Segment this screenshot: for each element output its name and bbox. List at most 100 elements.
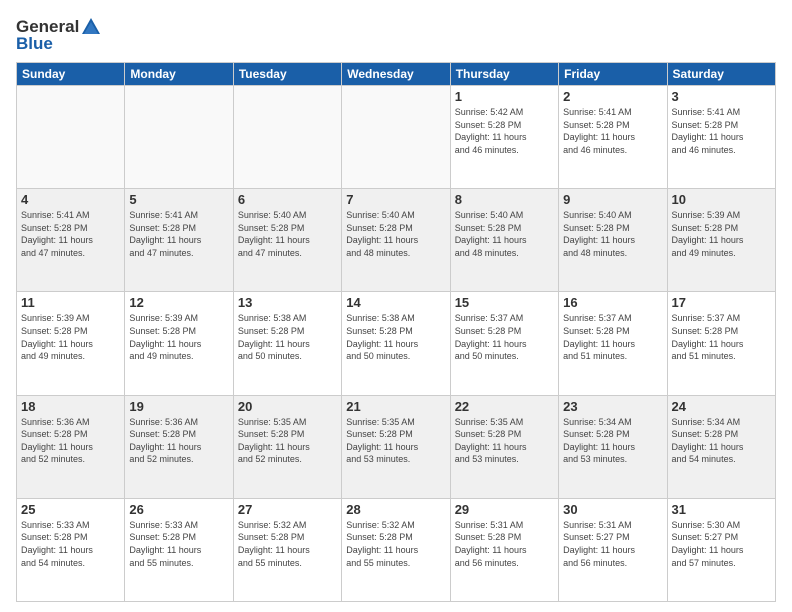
day-info: Sunrise: 5:40 AM Sunset: 5:28 PM Dayligh… bbox=[455, 209, 554, 259]
day-number: 4 bbox=[21, 192, 120, 207]
day-info: Sunrise: 5:41 AM Sunset: 5:28 PM Dayligh… bbox=[672, 106, 771, 156]
day-number: 16 bbox=[563, 295, 662, 310]
day-info: Sunrise: 5:31 AM Sunset: 5:27 PM Dayligh… bbox=[563, 519, 662, 569]
calendar-day-cell: 27 Sunrise: 5:32 AM Sunset: 5:28 PM Dayli… bbox=[233, 498, 341, 601]
day-number: 13 bbox=[238, 295, 337, 310]
day-number: 27 bbox=[238, 502, 337, 517]
day-number: 24 bbox=[672, 399, 771, 414]
calendar-day-cell: 9 Sunrise: 5:40 AM Sunset: 5:28 PM Daylig… bbox=[559, 189, 667, 292]
day-number: 25 bbox=[21, 502, 120, 517]
logo: General Blue bbox=[16, 16, 103, 54]
day-number: 1 bbox=[455, 89, 554, 104]
calendar-day-cell: 19 Sunrise: 5:36 AM Sunset: 5:28 PM Dayli… bbox=[125, 395, 233, 498]
calendar-day-cell: 22 Sunrise: 5:35 AM Sunset: 5:28 PM Dayli… bbox=[450, 395, 558, 498]
calendar-day-cell bbox=[125, 86, 233, 189]
calendar-day-cell: 26 Sunrise: 5:33 AM Sunset: 5:28 PM Dayli… bbox=[125, 498, 233, 601]
calendar-week-row: 4 Sunrise: 5:41 AM Sunset: 5:28 PM Daylig… bbox=[17, 189, 776, 292]
logo-icon bbox=[80, 16, 102, 38]
calendar-day-cell: 24 Sunrise: 5:34 AM Sunset: 5:28 PM Dayli… bbox=[667, 395, 775, 498]
calendar-header-tuesday: Tuesday bbox=[233, 63, 341, 86]
day-info: Sunrise: 5:41 AM Sunset: 5:28 PM Dayligh… bbox=[129, 209, 228, 259]
day-info: Sunrise: 5:40 AM Sunset: 5:28 PM Dayligh… bbox=[563, 209, 662, 259]
day-info: Sunrise: 5:39 AM Sunset: 5:28 PM Dayligh… bbox=[672, 209, 771, 259]
day-number: 29 bbox=[455, 502, 554, 517]
calendar-day-cell bbox=[17, 86, 125, 189]
day-info: Sunrise: 5:36 AM Sunset: 5:28 PM Dayligh… bbox=[21, 416, 120, 466]
day-info: Sunrise: 5:40 AM Sunset: 5:28 PM Dayligh… bbox=[346, 209, 445, 259]
day-info: Sunrise: 5:39 AM Sunset: 5:28 PM Dayligh… bbox=[129, 312, 228, 362]
day-number: 23 bbox=[563, 399, 662, 414]
calendar-day-cell: 3 Sunrise: 5:41 AM Sunset: 5:28 PM Daylig… bbox=[667, 86, 775, 189]
calendar-day-cell: 21Sunrise: 5:35 AM Sunset: 5:28 PM Dayli… bbox=[342, 395, 450, 498]
day-info: Sunrise: 5:41 AM Sunset: 5:28 PM Dayligh… bbox=[563, 106, 662, 156]
calendar-header-saturday: Saturday bbox=[667, 63, 775, 86]
calendar-day-cell: 14 Sunrise: 5:38 AM Sunset: 5:28 PM Dayli… bbox=[342, 292, 450, 395]
calendar-day-cell: 4 Sunrise: 5:41 AM Sunset: 5:28 PM Daylig… bbox=[17, 189, 125, 292]
day-info: Sunrise: 5:41 AM Sunset: 5:28 PM Dayligh… bbox=[21, 209, 120, 259]
day-info: Sunrise: 5:37 AM Sunset: 5:28 PM Dayligh… bbox=[563, 312, 662, 362]
day-info: Sunrise: 5:31 AM Sunset: 5:28 PM Dayligh… bbox=[455, 519, 554, 569]
calendar-week-row: 11 Sunrise: 5:39 AM Sunset: 5:28 PM Dayli… bbox=[17, 292, 776, 395]
calendar-day-cell: 15Sunrise: 5:37 AM Sunset: 5:28 PM Dayli… bbox=[450, 292, 558, 395]
day-number: 28 bbox=[346, 502, 445, 517]
calendar-day-cell: 10 Sunrise: 5:39 AM Sunset: 5:28 PM Dayli… bbox=[667, 189, 775, 292]
calendar-header-friday: Friday bbox=[559, 63, 667, 86]
calendar-day-cell: 20 Sunrise: 5:35 AM Sunset: 5:28 PM Dayli… bbox=[233, 395, 341, 498]
calendar-day-cell: 11 Sunrise: 5:39 AM Sunset: 5:28 PM Dayli… bbox=[17, 292, 125, 395]
day-number: 5 bbox=[129, 192, 228, 207]
calendar-day-cell bbox=[342, 86, 450, 189]
calendar-day-cell: 7Sunrise: 5:40 AM Sunset: 5:28 PM Daylig… bbox=[342, 189, 450, 292]
day-info: Sunrise: 5:36 AM Sunset: 5:28 PM Dayligh… bbox=[129, 416, 228, 466]
day-info: Sunrise: 5:30 AM Sunset: 5:27 PM Dayligh… bbox=[672, 519, 771, 569]
calendar-day-cell: 8Sunrise: 5:40 AM Sunset: 5:28 PM Daylig… bbox=[450, 189, 558, 292]
day-number: 9 bbox=[563, 192, 662, 207]
day-info: Sunrise: 5:33 AM Sunset: 5:28 PM Dayligh… bbox=[21, 519, 120, 569]
day-number: 18 bbox=[21, 399, 120, 414]
day-info: Sunrise: 5:32 AM Sunset: 5:28 PM Dayligh… bbox=[238, 519, 337, 569]
day-info: Sunrise: 5:35 AM Sunset: 5:28 PM Dayligh… bbox=[238, 416, 337, 466]
calendar: SundayMondayTuesdayWednesdayThursdayFrid… bbox=[16, 62, 776, 602]
calendar-day-cell: 31Sunrise: 5:30 AM Sunset: 5:27 PM Dayli… bbox=[667, 498, 775, 601]
calendar-header-sunday: Sunday bbox=[17, 63, 125, 86]
day-info: Sunrise: 5:38 AM Sunset: 5:28 PM Dayligh… bbox=[238, 312, 337, 362]
day-info: Sunrise: 5:35 AM Sunset: 5:28 PM Dayligh… bbox=[455, 416, 554, 466]
day-number: 19 bbox=[129, 399, 228, 414]
day-info: Sunrise: 5:34 AM Sunset: 5:28 PM Dayligh… bbox=[672, 416, 771, 466]
calendar-day-cell: 2Sunrise: 5:41 AM Sunset: 5:28 PM Daylig… bbox=[559, 86, 667, 189]
calendar-day-cell: 16 Sunrise: 5:37 AM Sunset: 5:28 PM Dayli… bbox=[559, 292, 667, 395]
day-info: Sunrise: 5:32 AM Sunset: 5:28 PM Dayligh… bbox=[346, 519, 445, 569]
logo-blue-text: Blue bbox=[16, 34, 53, 54]
day-number: 22 bbox=[455, 399, 554, 414]
calendar-day-cell: 25 Sunrise: 5:33 AM Sunset: 5:28 PM Dayli… bbox=[17, 498, 125, 601]
day-number: 11 bbox=[21, 295, 120, 310]
day-info: Sunrise: 5:39 AM Sunset: 5:28 PM Dayligh… bbox=[21, 312, 120, 362]
day-info: Sunrise: 5:40 AM Sunset: 5:28 PM Dayligh… bbox=[238, 209, 337, 259]
calendar-day-cell bbox=[233, 86, 341, 189]
day-info: Sunrise: 5:38 AM Sunset: 5:28 PM Dayligh… bbox=[346, 312, 445, 362]
day-info: Sunrise: 5:37 AM Sunset: 5:28 PM Dayligh… bbox=[455, 312, 554, 362]
day-number: 3 bbox=[672, 89, 771, 104]
calendar-header-thursday: Thursday bbox=[450, 63, 558, 86]
day-number: 14 bbox=[346, 295, 445, 310]
calendar-day-cell: 30Sunrise: 5:31 AM Sunset: 5:27 PM Dayli… bbox=[559, 498, 667, 601]
day-number: 17 bbox=[672, 295, 771, 310]
calendar-day-cell: 28 Sunrise: 5:32 AM Sunset: 5:28 PM Dayli… bbox=[342, 498, 450, 601]
day-info: Sunrise: 5:42 AM Sunset: 5:28 PM Dayligh… bbox=[455, 106, 554, 156]
calendar-week-row: 18 Sunrise: 5:36 AM Sunset: 5:28 PM Dayli… bbox=[17, 395, 776, 498]
calendar-day-cell: 13 Sunrise: 5:38 AM Sunset: 5:28 PM Dayli… bbox=[233, 292, 341, 395]
day-info: Sunrise: 5:34 AM Sunset: 5:28 PM Dayligh… bbox=[563, 416, 662, 466]
calendar-header-monday: Monday bbox=[125, 63, 233, 86]
day-info: Sunrise: 5:33 AM Sunset: 5:28 PM Dayligh… bbox=[129, 519, 228, 569]
day-number: 26 bbox=[129, 502, 228, 517]
calendar-day-cell: 17Sunrise: 5:37 AM Sunset: 5:28 PM Dayli… bbox=[667, 292, 775, 395]
day-number: 6 bbox=[238, 192, 337, 207]
calendar-day-cell: 1 Sunrise: 5:42 AM Sunset: 5:28 PM Daylig… bbox=[450, 86, 558, 189]
calendar-week-row: 25 Sunrise: 5:33 AM Sunset: 5:28 PM Dayli… bbox=[17, 498, 776, 601]
calendar-day-cell: 5 Sunrise: 5:41 AM Sunset: 5:28 PM Daylig… bbox=[125, 189, 233, 292]
calendar-day-cell: 12Sunrise: 5:39 AM Sunset: 5:28 PM Dayli… bbox=[125, 292, 233, 395]
day-number: 10 bbox=[672, 192, 771, 207]
calendar-week-row: 1 Sunrise: 5:42 AM Sunset: 5:28 PM Daylig… bbox=[17, 86, 776, 189]
calendar-day-cell: 6 Sunrise: 5:40 AM Sunset: 5:28 PM Daylig… bbox=[233, 189, 341, 292]
day-number: 20 bbox=[238, 399, 337, 414]
calendar-day-cell: 18 Sunrise: 5:36 AM Sunset: 5:28 PM Dayli… bbox=[17, 395, 125, 498]
